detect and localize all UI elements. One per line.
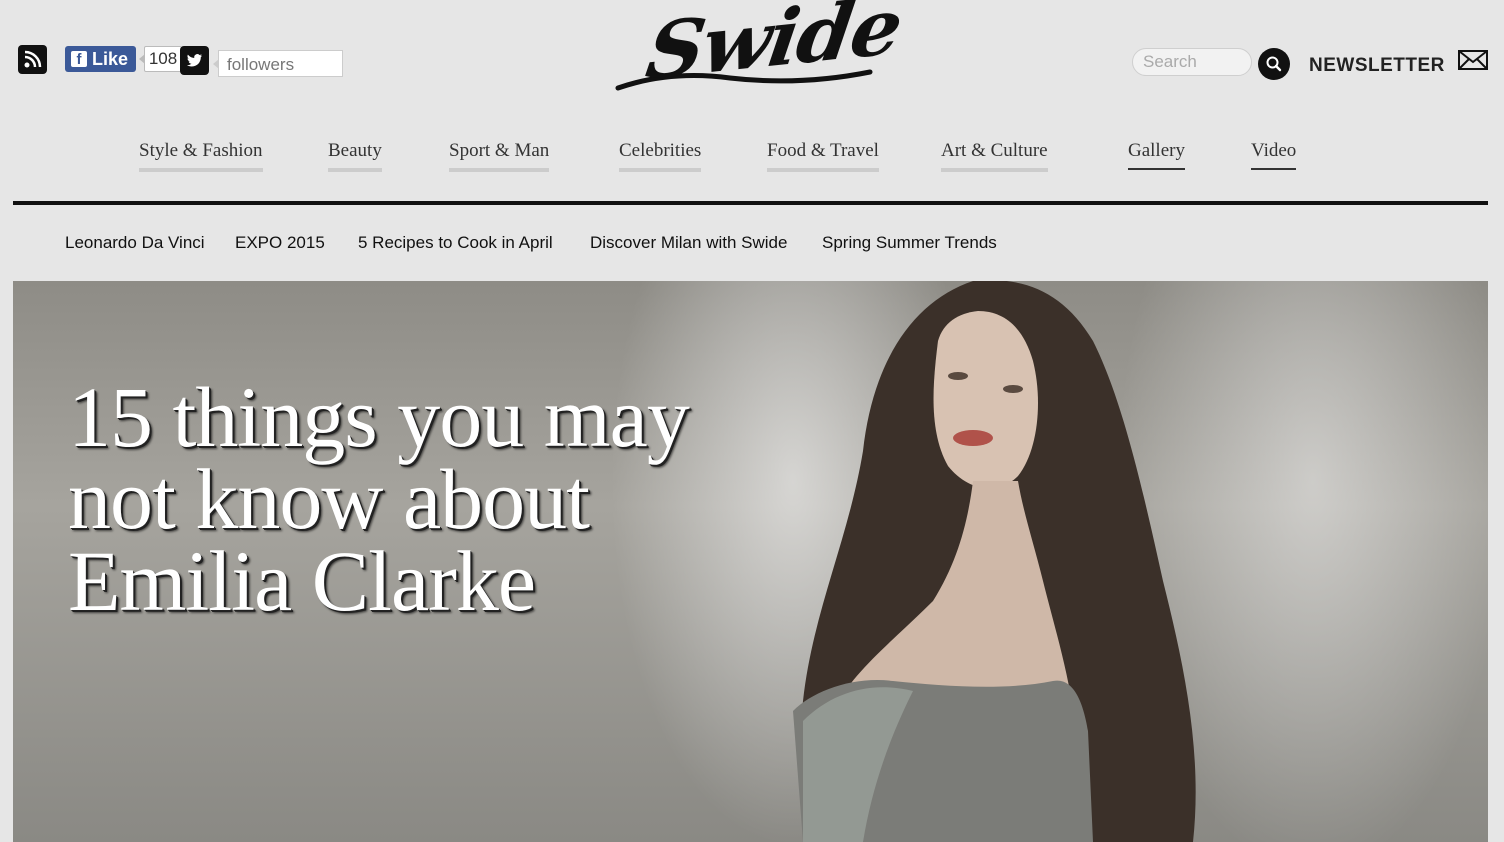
search-button[interactable] (1258, 48, 1290, 80)
hero-banner[interactable]: 15 things you may not know about Emilia … (13, 281, 1488, 842)
nav-style-fashion[interactable]: Style & Fashion (139, 140, 263, 172)
trending-leonardo[interactable]: Leonardo Da Vinci (65, 233, 205, 253)
hero-headline[interactable]: 15 things you may not know about Emilia … (68, 369, 828, 629)
nav-video[interactable]: Video (1251, 140, 1297, 170)
facebook-icon: f (71, 51, 87, 67)
headline-line-1: 15 things you may (68, 369, 690, 465)
twitter-icon[interactable] (180, 46, 209, 75)
trending-milan[interactable]: Discover Milan with Swide (590, 233, 787, 253)
headline-line-3: Emilia Clarke (68, 533, 536, 629)
nav-food-travel[interactable]: Food & Travel (767, 140, 879, 172)
twitter-followers-count: followers (213, 50, 343, 77)
search-input[interactable]: Search (1132, 48, 1252, 76)
newsletter-link[interactable]: NEWSLETTER (1309, 55, 1445, 77)
nav-beauty[interactable]: Beauty (328, 140, 382, 172)
headline-line-2: not know about (68, 451, 590, 547)
nav-art-culture[interactable]: Art & Culture (941, 140, 1048, 172)
facebook-like-button[interactable]: f Like (65, 46, 136, 72)
nav-divider (13, 201, 1488, 205)
trending-spring-summer[interactable]: Spring Summer Trends (822, 233, 997, 253)
search-icon (1266, 56, 1282, 72)
nav-gallery[interactable]: Gallery (1128, 140, 1185, 170)
page: f Like 108 followers Swide Search NEWSLE… (0, 0, 1504, 842)
nav-celebrities[interactable]: Celebrities (619, 140, 702, 172)
facebook-like-label: Like (92, 49, 129, 69)
trending-expo[interactable]: EXPO 2015 (235, 233, 325, 253)
mail-icon[interactable] (1458, 50, 1488, 70)
main-nav: Style & Fashion Beauty Sport & Man Celeb… (0, 140, 1504, 180)
site-logo[interactable]: Swide (610, 0, 906, 100)
nav-sport-man[interactable]: Sport & Man (449, 140, 550, 172)
facebook-like-count: 108 (139, 46, 182, 72)
trending-recipes[interactable]: 5 Recipes to Cook in April (358, 233, 553, 253)
rss-icon[interactable] (18, 45, 47, 74)
